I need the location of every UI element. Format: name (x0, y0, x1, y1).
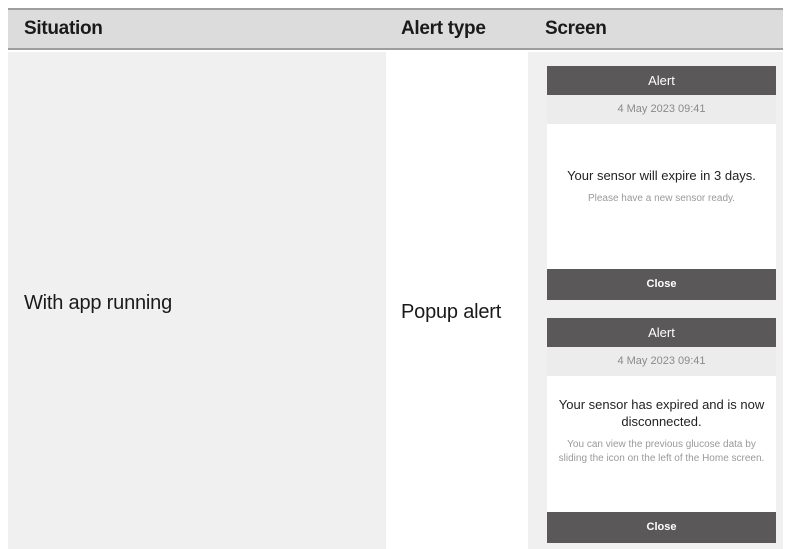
situation-cell: With app running (8, 52, 386, 549)
popup-detail: Please have a new sensor ready. (587, 193, 736, 204)
popup-alert-expiry-warning: Alert 4 May 2023 09:41 Your sensor will … (547, 66, 776, 300)
alert-type-cell: Popup alert (386, 52, 528, 549)
close-button[interactable]: Close (547, 269, 776, 300)
popup-message: Your sensor has expired and is now disco… (558, 397, 765, 429)
table-header-row: Situation Alert type Screen (8, 8, 783, 50)
alert-type-text: Popup alert (401, 301, 502, 323)
popup-title: Alert (547, 66, 776, 95)
popup-detail: You can view the previous glucose data b… (558, 439, 765, 464)
popup-datetime: 4 May 2023 09:41 (547, 95, 776, 124)
close-button[interactable]: Close (547, 512, 776, 543)
header-screen: Screen (545, 18, 607, 39)
situation-text: With app running (24, 292, 173, 314)
alert-table: Situation Alert type Screen With app run… (8, 8, 783, 549)
screen-cell: Alert 4 May 2023 09:41 Your sensor will … (528, 52, 783, 549)
popup-datetime: 4 May 2023 09:41 (547, 347, 776, 376)
popup-message: Your sensor will expire in 3 days. (567, 168, 756, 183)
popup-alert-expired: Alert 4 May 2023 09:41 Your sensor has e… (547, 318, 776, 543)
popup-body: Your sensor has expired and is now disco… (547, 376, 776, 512)
popup-title: Alert (547, 318, 776, 347)
header-alert-type: Alert type (401, 18, 486, 39)
header-situation: Situation (24, 18, 103, 39)
popup-body: Your sensor will expire in 3 days. Pleas… (547, 124, 776, 269)
